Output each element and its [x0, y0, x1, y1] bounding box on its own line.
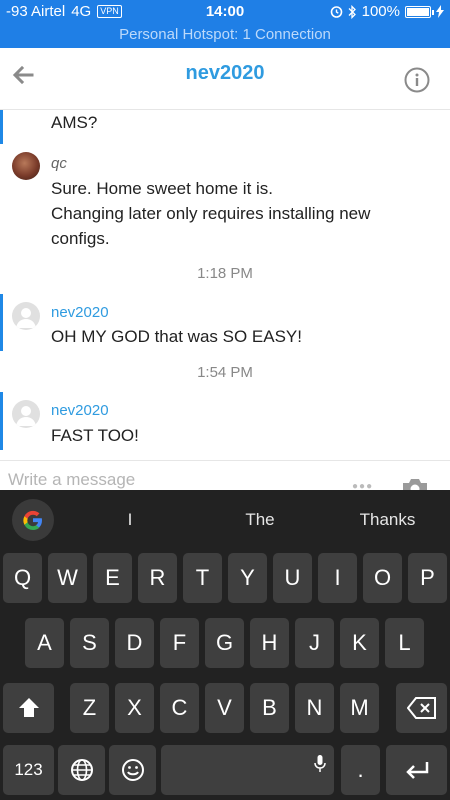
avatar[interactable] [12, 152, 40, 180]
key-a[interactable]: A [25, 618, 64, 668]
key-s[interactable]: S [70, 618, 109, 668]
default-avatar-icon [16, 406, 36, 426]
globe-key[interactable] [58, 745, 105, 795]
message-list[interactable]: AMS? qc Sure. Home sweet home it is. Cha… [0, 110, 450, 460]
period-key[interactable]: . [341, 745, 380, 795]
info-icon[interactable] [404, 67, 430, 93]
shift-key[interactable] [3, 683, 54, 733]
backspace-icon [406, 697, 436, 719]
timestamp: 1:18 PM [197, 265, 253, 282]
message-author[interactable]: qc [51, 155, 67, 172]
suggestion-2[interactable]: The [225, 510, 295, 530]
key-k[interactable]: K [340, 618, 379, 668]
key-g[interactable]: G [205, 618, 244, 668]
hotspot-banner[interactable]: Personal Hotspot: 1 Connection [0, 24, 450, 48]
chat-title[interactable]: nev2020 [0, 62, 450, 85]
message-author[interactable]: nev2020 [51, 304, 109, 321]
key-l[interactable]: L [385, 618, 424, 668]
emoji-key[interactable] [109, 745, 156, 795]
default-avatar-icon [16, 308, 36, 328]
google-logo-icon[interactable] [12, 499, 54, 541]
message-composer: ●●● [0, 460, 450, 497]
unread-indicator [0, 110, 3, 144]
key-h[interactable]: H [250, 618, 289, 668]
status-bar: -93 Airtel 4G VPN 14:00 100% [0, 0, 450, 24]
space-key[interactable] [161, 745, 334, 795]
avatar[interactable] [12, 400, 40, 428]
timestamp: 1:54 PM [197, 364, 253, 381]
numbers-key[interactable]: 123 [3, 745, 54, 795]
message-item: nev2020 FAST TOO! [0, 392, 450, 450]
bluetooth-icon [348, 4, 356, 19]
shift-icon [18, 698, 39, 717]
message-author[interactable]: nev2020 [51, 402, 109, 419]
key-v[interactable]: V [205, 683, 244, 733]
key-m[interactable]: M [340, 683, 379, 733]
key-u[interactable]: U [273, 553, 312, 603]
key-f[interactable]: F [160, 618, 199, 668]
return-key[interactable] [386, 745, 447, 795]
key-q[interactable]: Q [3, 553, 42, 603]
globe-icon [70, 759, 93, 781]
message-item: qc Sure. Home sweet home it is. Changing… [0, 152, 450, 252]
alarm-icon [330, 6, 342, 18]
message-text: Sure. Home sweet home it is. [51, 179, 274, 198]
key-c[interactable]: C [160, 683, 199, 733]
key-e[interactable]: E [93, 553, 132, 603]
key-d[interactable]: D [115, 618, 154, 668]
message-text: FAST TOO! [51, 426, 139, 445]
key-z[interactable]: Z [70, 683, 109, 733]
charging-icon [436, 5, 444, 18]
key-n[interactable]: N [295, 683, 334, 733]
key-x[interactable]: X [115, 683, 154, 733]
unread-indicator [0, 294, 3, 351]
battery-icon [405, 5, 434, 18]
message-text: OH MY GOD that was SO EASY! [51, 327, 302, 346]
key-p[interactable]: P [408, 553, 447, 603]
message-input[interactable] [8, 470, 338, 490]
suggestion-1[interactable]: I [110, 510, 150, 530]
emoji-icon [121, 759, 144, 781]
key-t[interactable]: T [183, 553, 222, 603]
return-icon [405, 762, 428, 779]
suggestion-3[interactable]: Thanks [345, 510, 430, 530]
message-continuation: AMS? [0, 110, 450, 144]
key-j[interactable]: J [295, 618, 334, 668]
key-w[interactable]: W [48, 553, 87, 603]
key-y[interactable]: Y [228, 553, 267, 603]
key-i[interactable]: I [318, 553, 357, 603]
message-item: nev2020 OH MY GOD that was SO EASY! [0, 294, 450, 351]
key-o[interactable]: O [363, 553, 402, 603]
unread-indicator [0, 392, 3, 450]
key-b[interactable]: B [250, 683, 289, 733]
key-r[interactable]: R [138, 553, 177, 603]
keyboard: I The Thanks Q W E R T Y U I O P A S D F… [0, 490, 450, 800]
suggestion-bar: I The Thanks [0, 490, 450, 548]
battery-percent: 100% [361, 3, 400, 20]
avatar[interactable] [12, 302, 40, 330]
chat-header: nev2020 [0, 48, 450, 110]
message-text: AMS? [51, 113, 98, 132]
message-text: Changing later only requires installing … [51, 204, 371, 248]
backspace-key[interactable] [396, 683, 447, 733]
microphone-icon[interactable] [314, 754, 326, 774]
